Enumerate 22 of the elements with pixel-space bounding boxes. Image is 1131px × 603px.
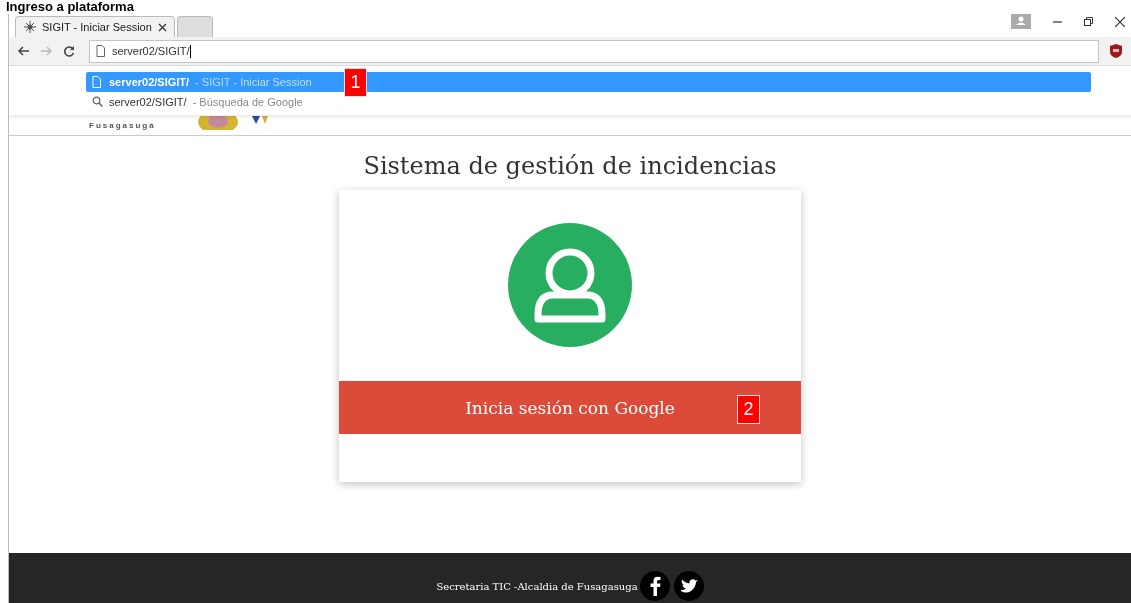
close-icon[interactable] <box>1115 16 1125 27</box>
site-favicon-icon <box>24 21 36 33</box>
callout-number: 1 <box>344 68 367 97</box>
page-icon <box>96 45 106 57</box>
footer-text: Secretaria TIC -Alcaldia de Fusagasuga <box>436 581 638 592</box>
logo-text: Fusagasugá <box>89 121 156 130</box>
facebook-icon[interactable] <box>639 571 670 601</box>
page-heading: Ingreso a plataforma <box>5 0 135 14</box>
browser-tab[interactable]: SIGIT - Iniciar Session <box>15 16 175 37</box>
search-icon <box>92 96 103 108</box>
close-icon[interactable] <box>157 22 167 32</box>
restore-icon[interactable] <box>1084 17 1093 26</box>
address-text: server02/SIGIT/ <box>112 45 190 57</box>
back-icon[interactable] <box>17 45 30 57</box>
shield-icon[interactable] <box>1109 44 1123 58</box>
user-avatar-icon <box>507 223 633 348</box>
page-title: Sistema de gestión de incidencias <box>363 152 777 180</box>
page-icon <box>92 76 103 88</box>
address-bar[interactable]: server02/SIGIT/ <box>89 39 1099 63</box>
bird-icon[interactable] <box>673 571 704 601</box>
callout-number: 2 <box>737 395 760 424</box>
reload-icon[interactable] <box>63 45 75 57</box>
